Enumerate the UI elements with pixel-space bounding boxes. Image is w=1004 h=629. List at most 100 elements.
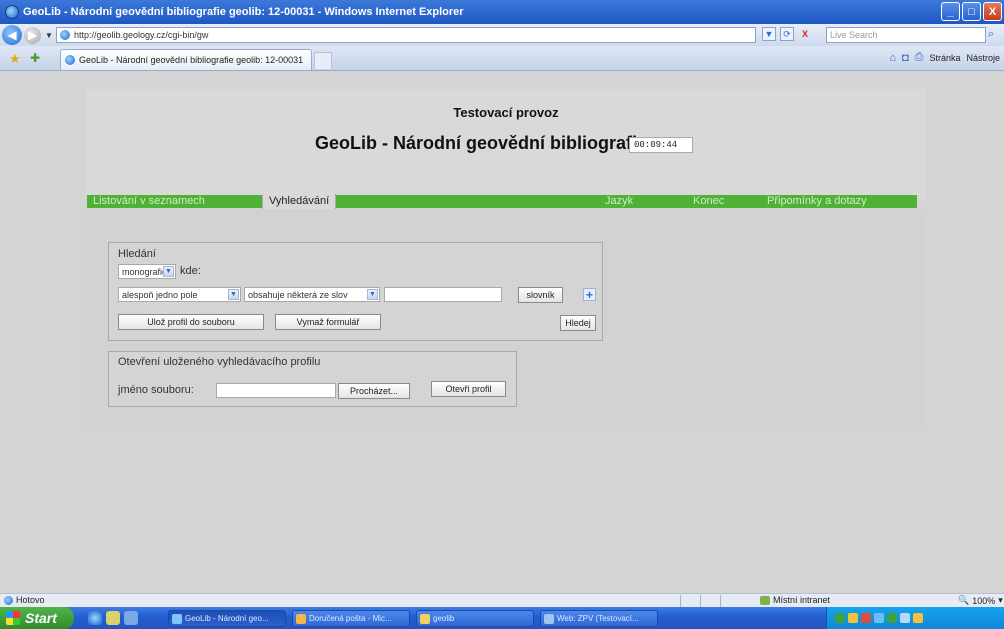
address-input[interactable]: http://geolib.geology.cz/cgi-bin/gw [56,27,756,43]
maximize-button[interactable]: □ [962,2,981,21]
stop-button[interactable]: X [798,27,812,41]
page-status-icon [4,595,13,605]
tab-geolib[interactable]: GeoLib - Národní geovědní bibliografie g… [60,49,312,70]
minimize-button[interactable]: _ [941,2,960,21]
desktop-quicklaunch-icon[interactable] [124,611,138,625]
dictionary-button[interactable]: slovník [518,287,563,303]
search-legend: Hledání [118,248,156,260]
forward-button[interactable]: ▶ [24,26,41,44]
taskbar-item-label: GeoLib - Národní geo... [185,614,269,623]
start-button[interactable]: Start [0,607,74,629]
close-button[interactable]: X [983,2,1002,21]
start-label: Start [25,610,57,626]
menu-search[interactable]: Vyhledávání [262,194,337,209]
taskbar-item-folder[interactable]: geolib [416,610,534,627]
favorites-star-icon[interactable]: ★ [9,51,21,67]
tray-icon[interactable] [835,613,845,623]
address-toolbar: ◀ ▶ ▼ http://geolib.geology.cz/cgi-bin/g… [0,24,1004,46]
zoom-control[interactable]: 🔍 100% ▾ [958,595,1003,606]
history-dropdown-icon[interactable]: ▼ [45,31,53,40]
doc-type-select[interactable]: monografie ▼ [118,264,176,279]
menu-feedback[interactable]: Připomínky a dotazy [767,195,867,208]
zoom-label: 100% [972,595,996,606]
command-bar: ⌂ ◘ ⎙ Stránka Nástroje [889,51,1000,64]
tray-icon[interactable] [887,613,897,623]
field-select[interactable]: alespoň jedno pole ▼ [118,287,241,302]
menu-language[interactable]: Jazyk [605,195,633,208]
taskbar-item-geolib[interactable]: GeoLib - Národní geo... [168,610,286,627]
taskbar-item-label: geolib [433,614,455,623]
taskbar-item-web[interactable]: Web: ZPV (Testovací... [540,610,658,627]
add-favorite-icon[interactable]: ✚ [30,51,40,65]
mail-icon [296,613,306,624]
window-title-bar: GeoLib - Národní geovědní bibliografie g… [0,0,1004,24]
address-tools: ▼ ⟳ X [762,27,812,41]
page-icon [65,55,75,65]
page-header: Testovací provoz GeoLib - Národní geověd… [87,89,925,199]
file-name-input[interactable] [216,383,336,398]
tab-label: GeoLib - Národní geovědní bibliografie g… [79,55,304,65]
search-button[interactable]: Hledej [560,315,596,331]
open-profile-button[interactable]: Otevři profil [431,381,506,397]
browse-button[interactable]: Procházet... [338,383,410,399]
system-tray [826,607,1004,629]
open-profile-fieldset: Otevření uloženého vyhledávacího profilu… [108,351,517,407]
address-dropdown-icon[interactable]: ▼ [762,27,776,41]
condition-select-value: obsahuje některá ze slov [248,289,348,300]
open-profile-legend: Otevření uloženého vyhledávacího profilu [118,356,321,368]
print-icon[interactable]: ⎙ [915,51,924,64]
search-fieldset: Hledání monografie ▼ kde: alespoň jedno … [108,242,603,341]
ie-icon [5,5,19,19]
page-viewport: Testovací provoz GeoLib - Národní geověd… [0,71,1004,593]
chevron-down-icon: ▼ [163,266,174,277]
security-zone[interactable]: Místní intranet [760,595,830,605]
page-icon [60,30,70,40]
taskbar-item-label: Doručená pošta - Mic... [309,614,392,623]
save-profile-button[interactable]: Ulož profil do souboru [118,314,264,330]
taskbar-item-label: Web: ZPV (Testovací... [557,614,639,623]
intranet-icon [760,595,770,605]
tray-icon[interactable] [900,613,910,623]
tray-icon[interactable] [913,613,923,623]
status-separator [720,595,721,607]
tools-menu[interactable]: Nástroje [966,53,1000,63]
test-banner: Testovací provoz [453,105,559,120]
refresh-icon[interactable]: ⟳ [780,27,794,41]
doc-type-value: monografie [122,266,168,277]
clear-form-button[interactable]: Vymaž formulář [275,314,381,330]
menu-exit[interactable]: Konec [693,195,724,208]
search-term-input[interactable] [384,287,502,302]
file-name-label: jméno souboru: [118,384,194,396]
status-separator [680,595,681,607]
page-menu[interactable]: Stránka [929,53,960,63]
search-icon[interactable]: ⌕ [988,28,994,41]
tray-icon[interactable] [848,613,858,623]
add-row-icon[interactable]: + [583,288,596,302]
tab-bar: ★ ✚ GeoLib - Národní geovědní bibliograf… [0,46,1004,71]
feeds-icon[interactable]: ◘ [902,52,909,64]
menu-browse-lists[interactable]: Listování v seznamech [93,195,205,208]
page-title: GeoLib - Národní geovědní bibliografie [315,133,648,153]
window-title: GeoLib - Národní geovědní bibliografie g… [23,6,464,18]
chevron-down-icon: ▼ [367,289,378,300]
back-button[interactable]: ◀ [2,25,22,45]
condition-select[interactable]: obsahuje některá ze slov ▼ [244,287,380,302]
new-tab-button[interactable] [314,52,332,69]
status-separator [700,595,701,607]
where-label: kde: [180,265,201,277]
search-input[interactable]: Live Search [826,27,986,43]
window-controls: _ □ X [941,2,1002,21]
folder-icon [420,613,430,624]
chevron-down-icon: ▾ [998,595,1003,605]
taskbar-item-mail[interactable]: Doručená pošta - Mic... [292,610,410,627]
ie-icon [172,613,182,624]
status-bar: Hotovo Místní intranet 🔍 100% ▾ [0,593,1004,607]
session-clock: 00:09:44 [629,137,693,153]
tray-icon[interactable] [861,613,871,623]
address-url: http://geolib.geology.cz/cgi-bin/gw [74,30,209,40]
ie-quicklaunch-icon[interactable] [88,611,102,625]
explorer-quicklaunch-icon[interactable] [106,611,120,625]
tray-icon[interactable] [874,613,884,623]
home-icon[interactable]: ⌂ [889,52,896,64]
zoom-icon: 🔍 [958,595,970,605]
